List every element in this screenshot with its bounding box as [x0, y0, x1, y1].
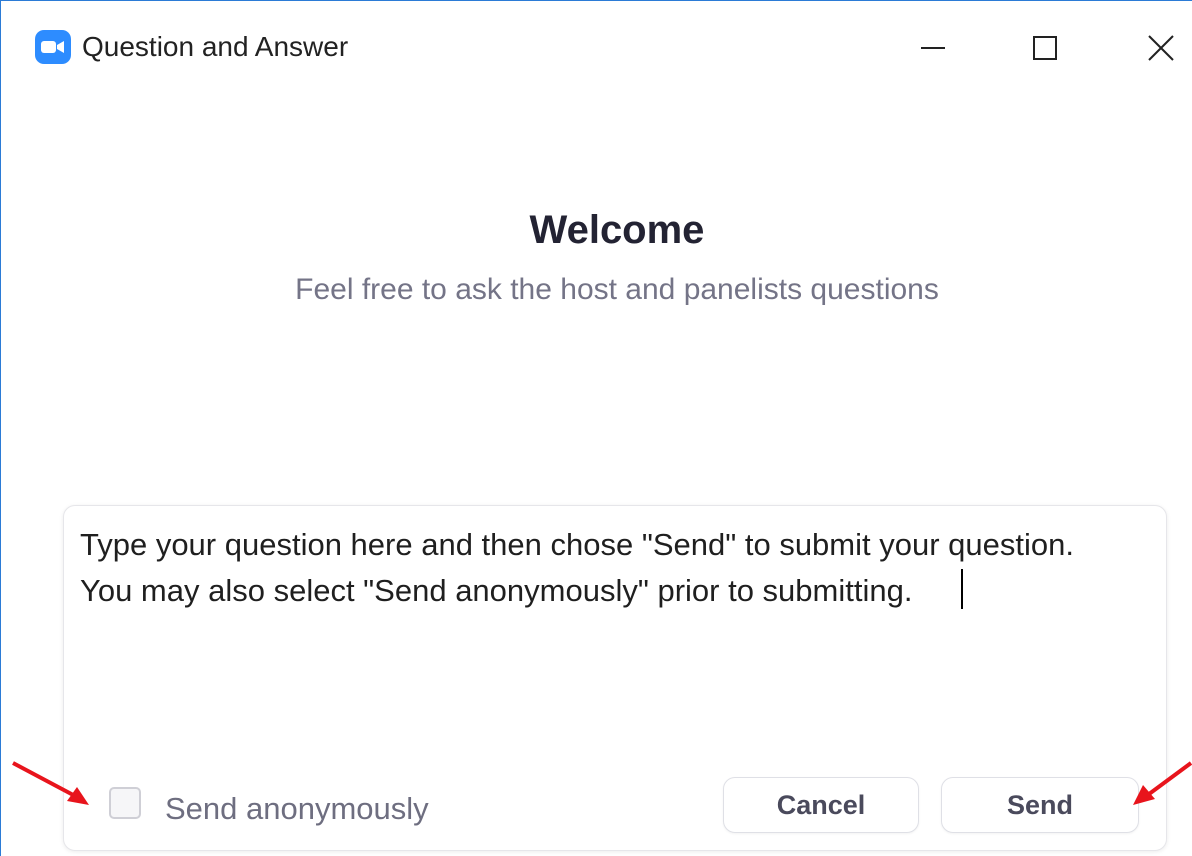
send-button[interactable]: Send [941, 777, 1139, 833]
zoom-camera-icon [35, 30, 71, 64]
qa-window: Question and Answer Welcome Feel free to… [0, 0, 1192, 856]
close-button[interactable] [1131, 25, 1191, 71]
maximize-button[interactable] [1015, 25, 1075, 71]
text-caret [961, 569, 963, 609]
title-bar: Question and Answer [1, 1, 1192, 93]
window-title: Question and Answer [82, 31, 349, 62]
question-input[interactable] [80, 522, 1150, 746]
minimize-button[interactable] [903, 25, 963, 71]
welcome-heading: Welcome [529, 208, 705, 252]
close-icon [1148, 35, 1174, 61]
minimize-icon [921, 47, 945, 49]
send-anonymously-label[interactable]: Send anonymously [165, 789, 429, 829]
welcome-subtitle: Feel free to ask the host and panelists … [295, 273, 939, 306]
cancel-button[interactable]: Cancel [723, 777, 919, 833]
maximize-icon [1033, 36, 1057, 60]
send-anonymously-checkbox[interactable] [109, 787, 141, 819]
